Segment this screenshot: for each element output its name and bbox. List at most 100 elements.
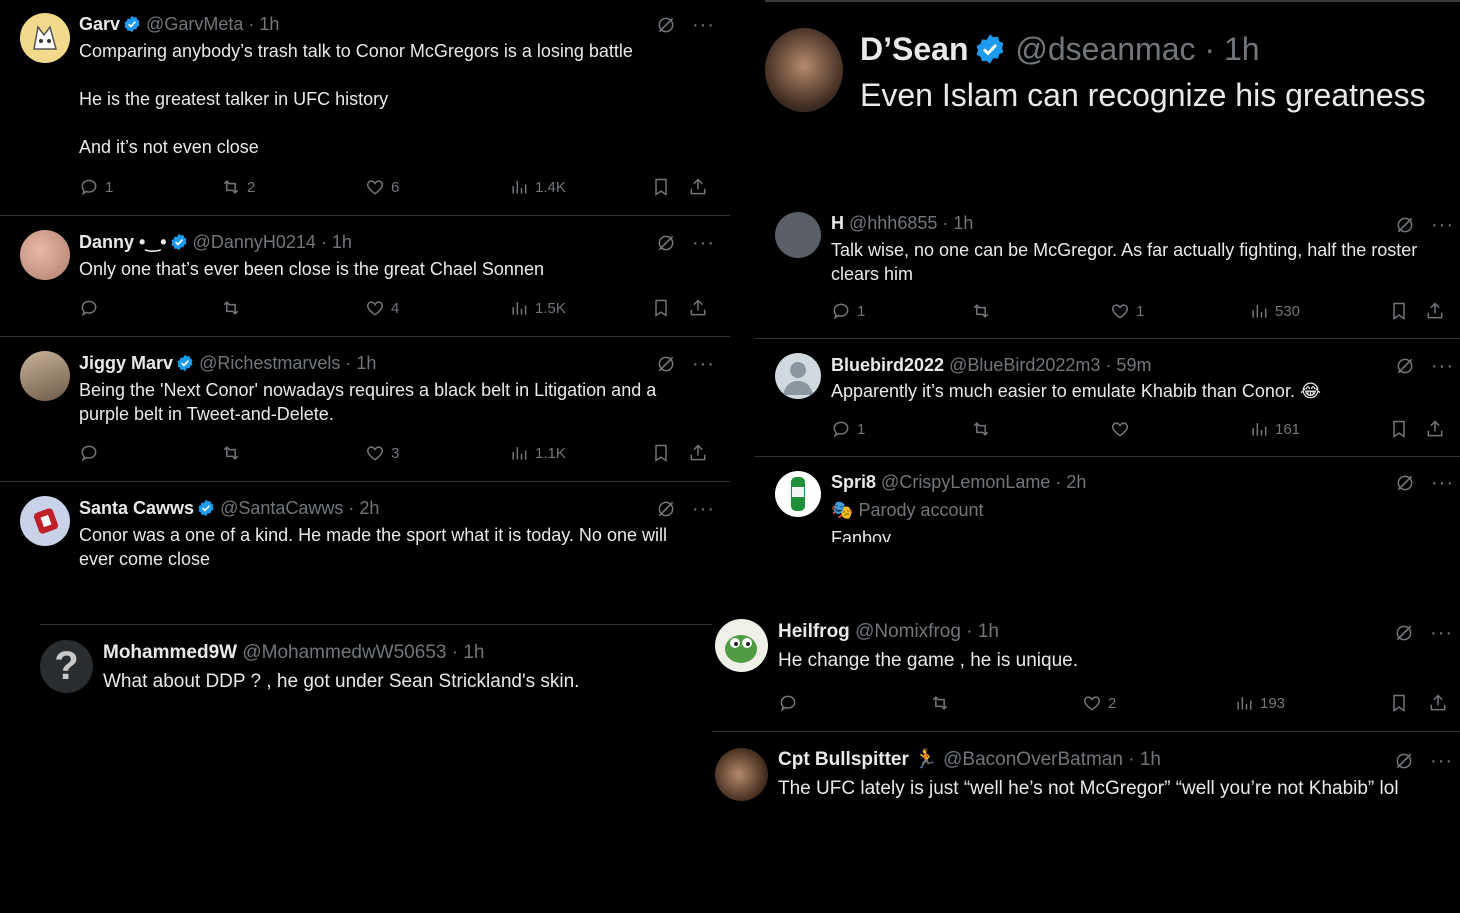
avatar[interactable] <box>715 748 768 801</box>
author-handle[interactable]: @CrispyLemonLame <box>881 472 1050 492</box>
like-button[interactable]: 2 <box>1082 693 1116 713</box>
author-name[interactable]: Danny •‿• <box>79 232 167 252</box>
grok-icon[interactable] <box>1395 215 1415 235</box>
repost-button[interactable] <box>930 693 956 713</box>
author-name[interactable]: H <box>831 213 844 233</box>
bookmark-button[interactable] <box>651 177 671 197</box>
author-handle[interactable]: @Richestmarvels <box>199 353 340 373</box>
tweet-time[interactable]: · 1h <box>248 14 279 34</box>
tweet-time[interactable]: · 1h <box>345 353 376 373</box>
author-handle[interactable]: @hhh6855 <box>849 213 937 233</box>
like-button[interactable]: 1 <box>1110 301 1144 321</box>
avatar[interactable] <box>20 496 70 546</box>
bookmark-button[interactable] <box>651 443 671 463</box>
like-button[interactable]: 3 <box>365 443 399 463</box>
author-handle[interactable]: @BaconOverBatman <box>943 749 1123 770</box>
tweet-bluebird2022[interactable]: Bluebird2022 @BlueBird2022m3 · 59m ··· A… <box>755 339 1460 456</box>
tweet-time[interactable]: · 1h <box>966 621 999 642</box>
tweet-time[interactable]: · 1h <box>452 642 485 663</box>
more-icon[interactable]: ··· <box>1430 751 1453 771</box>
tweet-time[interactable]: · 2h <box>1055 472 1086 492</box>
bookmark-button[interactable] <box>651 298 671 318</box>
more-icon[interactable]: ··· <box>692 233 715 253</box>
bookmark-button[interactable] <box>1389 301 1409 321</box>
views-button[interactable]: 1.5K <box>509 298 566 318</box>
author-name[interactable]: D’Sean <box>860 31 968 67</box>
repost-button[interactable] <box>221 443 247 463</box>
tweet-danny[interactable]: Danny •‿• @DannyH0214 · 1h ··· Only one … <box>0 216 730 336</box>
views-button[interactable]: 193 <box>1234 693 1285 713</box>
grok-icon[interactable] <box>1395 473 1415 493</box>
views-button[interactable]: 161 <box>1249 419 1300 439</box>
share-button[interactable] <box>1425 419 1445 439</box>
reply-button[interactable]: 1 <box>831 419 865 439</box>
avatar[interactable]: ? <box>40 640 93 693</box>
avatar[interactable] <box>715 619 768 672</box>
author-name[interactable]: Santa Cawws <box>79 498 194 518</box>
avatar[interactable] <box>765 28 843 112</box>
author-handle[interactable]: @SantaCawws <box>220 498 343 518</box>
share-button[interactable] <box>688 177 708 197</box>
bookmark-button[interactable] <box>1389 419 1409 439</box>
tweet-time[interactable]: · 1h <box>1128 749 1161 770</box>
author-handle[interactable]: @DannyH0214 <box>193 232 316 252</box>
views-button[interactable]: 1.1K <box>509 443 566 463</box>
tweet-time[interactable]: · 1h <box>321 232 352 252</box>
more-icon[interactable]: ··· <box>1431 215 1454 235</box>
author-name[interactable]: Heilfrog <box>778 621 850 642</box>
grok-icon[interactable] <box>1394 751 1414 771</box>
like-button[interactable]: 4 <box>365 298 399 318</box>
tweet-garv[interactable]: Garv @GarvMeta · 1h ··· Comparing anybod… <box>0 0 730 215</box>
tweet-time[interactable]: · 2h <box>348 498 379 518</box>
tweet-jiggy-marv[interactable]: Jiggy Marv @Richestmarvels · 1h ··· Bein… <box>0 337 730 481</box>
author-name[interactable]: Spri8 <box>831 472 876 492</box>
grok-icon[interactable] <box>1394 623 1414 643</box>
repost-button[interactable] <box>971 301 997 321</box>
avatar[interactable] <box>775 212 821 258</box>
grok-icon[interactable] <box>656 499 676 519</box>
avatar[interactable] <box>20 351 70 401</box>
grok-icon[interactable] <box>656 233 676 253</box>
avatar[interactable] <box>20 230 70 280</box>
views-button[interactable]: 1.4K <box>509 177 566 197</box>
author-handle[interactable]: @GarvMeta <box>146 14 243 34</box>
avatar[interactable] <box>775 471 821 517</box>
author-name[interactable]: Jiggy Marv <box>79 353 173 373</box>
tweet-time[interactable]: · 59m <box>1105 355 1151 375</box>
more-icon[interactable]: ··· <box>1431 356 1454 376</box>
reply-button[interactable]: 1 <box>831 301 865 321</box>
author-handle[interactable]: @dseanmac <box>1015 31 1195 67</box>
more-icon[interactable]: ··· <box>692 354 715 374</box>
tweet-santa-cawws[interactable]: Santa Cawws @SantaCawws · 2h ··· Conor w… <box>0 482 730 572</box>
author-name[interactable]: Bluebird2022 <box>831 355 944 375</box>
repost-button[interactable] <box>221 298 247 318</box>
repost-button[interactable] <box>971 419 997 439</box>
repost-button[interactable]: 2 <box>221 177 255 197</box>
share-button[interactable] <box>1425 301 1445 321</box>
more-icon[interactable]: ··· <box>692 15 715 35</box>
tweet-time[interactable]: · 1h <box>942 213 973 233</box>
share-button[interactable] <box>688 298 708 318</box>
share-button[interactable] <box>1428 693 1448 713</box>
like-button[interactable]: 6 <box>365 177 399 197</box>
tweet-h[interactable]: H @hhh6855 · 1h ··· Talk wise, no one ca… <box>755 198 1460 338</box>
author-handle[interactable]: @BlueBird2022m3 <box>949 355 1100 375</box>
tweet-cpt-bullspitter[interactable]: Cpt Bullspitter 🏃 @BaconOverBatman · 1h … <box>712 732 1460 825</box>
author-handle[interactable]: @Nomixfrog <box>855 621 961 642</box>
reply-button[interactable] <box>79 443 105 463</box>
more-icon[interactable]: ··· <box>1430 623 1453 643</box>
avatar[interactable] <box>775 353 821 399</box>
more-icon[interactable]: ··· <box>692 499 715 519</box>
views-button[interactable]: 530 <box>1249 301 1300 321</box>
author-name[interactable]: Cpt Bullspitter <box>778 749 909 770</box>
like-button[interactable] <box>1110 419 1136 439</box>
reply-button[interactable] <box>778 693 804 713</box>
grok-icon[interactable] <box>656 354 676 374</box>
author-handle[interactable]: @MohammedwW50653 <box>242 642 446 663</box>
tweet-spri8[interactable]: Spri8 @CrispyLemonLame · 2h ··· 🎭 Parody… <box>755 457 1460 542</box>
author-name[interactable]: Mohammed9W <box>103 642 237 663</box>
reply-button[interactable]: 1 <box>79 177 113 197</box>
grok-icon[interactable] <box>656 15 676 35</box>
more-icon[interactable]: ··· <box>1431 473 1454 493</box>
grok-icon[interactable] <box>1395 356 1415 376</box>
